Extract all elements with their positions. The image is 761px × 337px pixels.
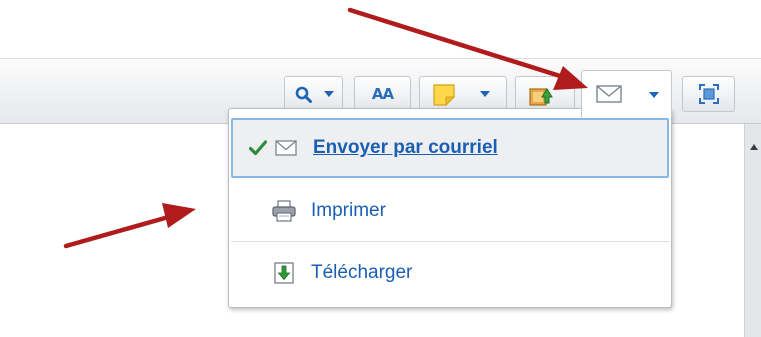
- email-button[interactable]: [581, 70, 672, 118]
- font-size-button[interactable]: AA: [354, 76, 411, 112]
- printer-icon: [269, 199, 299, 222]
- sticky-note-icon: [433, 84, 455, 106]
- export-button[interactable]: [515, 76, 575, 112]
- download-icon: [269, 262, 299, 284]
- search-button[interactable]: [284, 76, 343, 112]
- envelope-icon: [596, 85, 622, 103]
- menu-item-label: Envoyer par courriel: [313, 137, 498, 158]
- menu-item-download[interactable]: Télécharger: [231, 242, 669, 304]
- checkmark-icon: [233, 140, 271, 156]
- chevron-down-icon[interactable]: [320, 77, 338, 111]
- annotation-arrow-left: [63, 203, 196, 249]
- search-icon: [295, 86, 313, 104]
- scroll-up-arrow-icon[interactable]: [750, 144, 758, 150]
- vertical-scrollbar[interactable]: [744, 124, 761, 337]
- note-button[interactable]: [419, 76, 507, 112]
- fit-screen-button[interactable]: [682, 76, 735, 112]
- menu-item-label: Télécharger: [311, 262, 413, 283]
- chevron-down-icon[interactable]: [475, 77, 495, 111]
- menu-item-email[interactable]: Envoyer par courriel: [231, 118, 669, 178]
- fit-screen-icon: [698, 83, 720, 105]
- menu-item-label: Imprimer: [311, 199, 386, 221]
- menu-item-print[interactable]: Imprimer: [231, 180, 669, 242]
- font-size-label: AA: [371, 85, 394, 103]
- envelope-icon: [271, 140, 301, 156]
- export-icon: [528, 83, 554, 107]
- share-dropdown-menu: Envoyer par courriel Imprimer Télécharge…: [228, 108, 672, 308]
- chevron-down-icon[interactable]: [644, 71, 664, 118]
